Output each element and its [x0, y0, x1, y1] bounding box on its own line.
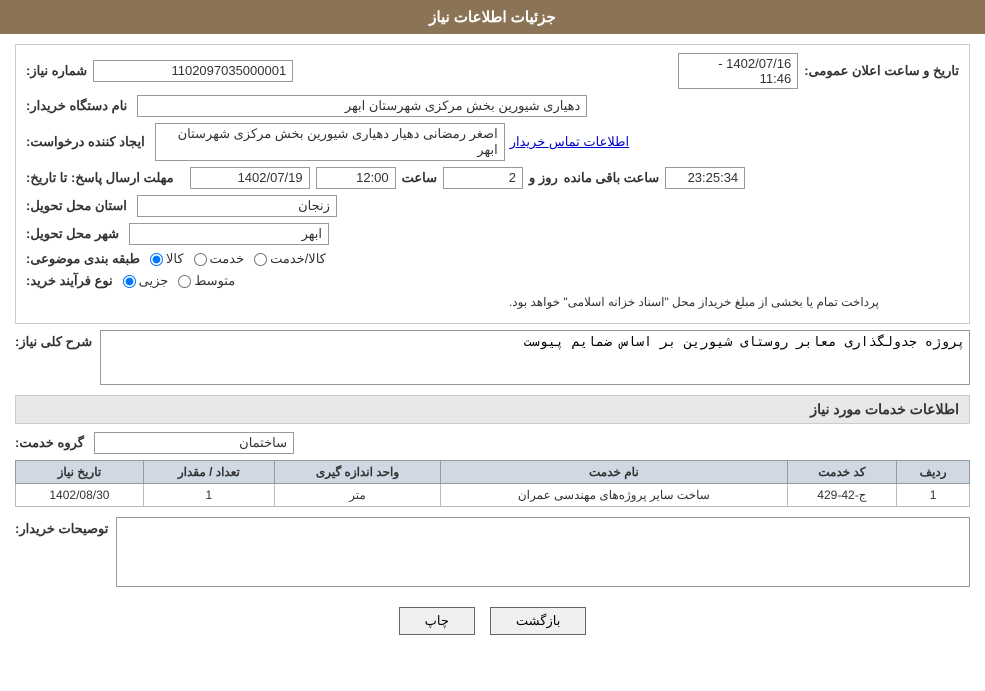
radio-jozvi[interactable]: جزیی [123, 273, 169, 289]
radio-motavaset[interactable]: متوسط [178, 273, 235, 289]
tosaif-label: توصیحات خریدار: [15, 521, 108, 537]
shmarah-row: تاریخ و ساعت اعلان عمومی: 1402/07/16 - 1… [26, 53, 959, 89]
khadamat-table: ردیف کد خدمت نام خدمت واحد اندازه گیری ت… [15, 460, 970, 507]
nam-dastgah-row: دهیاری شیورین بخش مرکزی شهرستان ابهر نام… [26, 95, 959, 117]
page-title: جزئیات اطلاعات نیاز [429, 9, 556, 26]
motavaset-label: متوسط [194, 273, 235, 289]
tosaif-textarea[interactable] [116, 517, 970, 587]
shmarah-group: 1102097035000001 شماره نیاز: [26, 60, 293, 82]
grohe-label: گروه خدمت: [15, 435, 84, 451]
khadamat-section-title: اطلاعات خدمات مورد نیاز [15, 395, 970, 424]
cell-code: ج-42-429 [787, 484, 897, 507]
radio-motavaset-input[interactable] [178, 275, 191, 288]
back-button[interactable]: بازگشت [490, 607, 586, 635]
cell-unit: متر [274, 484, 440, 507]
mohlat-time-label-text: ساعت [402, 170, 437, 186]
grohe-value: ساختمان [94, 432, 294, 454]
form-section: تاریخ و ساعت اعلان عمومی: 1402/07/16 - 1… [15, 44, 970, 324]
ostan-row: زنجان استان محل تحویل: [26, 195, 959, 217]
mohlat-date-value: 1402/07/19 [190, 167, 310, 189]
nam-dastgah-label: نام دستگاه خریدار: [26, 98, 127, 114]
radio-kala-khedmat-input[interactable] [254, 253, 267, 266]
kala-label: کالا [166, 251, 184, 267]
mohlat-day-label-text: روز و [529, 170, 558, 186]
cell-name: ساخت سایر پروژه‌های مهندسی عمران [441, 484, 787, 507]
tosaif-section: توصیحات خریدار: [15, 517, 970, 587]
jozvi-label: جزیی [139, 273, 169, 289]
button-bar: بازگشت چاپ [15, 597, 970, 645]
ostan-value: زنجان [137, 195, 337, 217]
sharh-section: شرح کلی نیاز: [15, 330, 970, 385]
shahr-label: شهر محل تحویل: [26, 226, 119, 242]
tarikh-group: تاریخ و ساعت اعلان عمومی: 1402/07/16 - 1… [678, 53, 959, 89]
mohlat-remaining-label: ساعت باقی مانده [564, 170, 659, 186]
nam-dastgah-value: دهیاری شیورین بخش مرکزی شهرستان ابهر [137, 95, 587, 117]
tarikh-label: تاریخ و ساعت اعلان عمومی: [804, 63, 959, 79]
col-tedad: تعداد / مقدار [143, 461, 274, 484]
ijad-label: ایجاد کننده درخواست: [26, 134, 145, 150]
shahr-value: ابهر [129, 223, 329, 245]
tarikh-value: 1402/07/16 - 11:46 [678, 53, 798, 89]
grohe-row: ساختمان گروه خدمت: [15, 432, 970, 454]
table-section: ردیف کد خدمت نام خدمت واحد اندازه گیری ت… [15, 460, 970, 507]
radio-kala[interactable]: کالا [150, 251, 184, 267]
purchase-note: پرداخت تمام یا بخشی از مبلغ خریداز محل "… [26, 295, 959, 309]
shmarah-value: 1102097035000001 [93, 60, 293, 82]
radio-khedmat[interactable]: خدمت [194, 251, 245, 267]
ostan-label: استان محل تحویل: [26, 198, 127, 214]
main-content: تاریخ و ساعت اعلان عمومی: 1402/07/16 - 1… [0, 34, 985, 655]
table-body: 1 ج-42-429 ساخت سایر پروژه‌های مهندسی عم… [16, 484, 970, 507]
radio-khedmat-input[interactable] [194, 253, 207, 266]
nooe-label: نوع فرآیند خرید: [26, 273, 113, 289]
mohlat-row: 23:25:34 ساعت باقی مانده روز و 2 ساعت 12… [26, 167, 959, 189]
page-wrapper: جزئیات اطلاعات نیاز تاریخ و ساعت اعلان ع… [0, 0, 985, 691]
sharh-textarea[interactable] [100, 330, 970, 385]
col-radif: ردیف [897, 461, 970, 484]
mohlat-day-value: 2 [443, 167, 523, 189]
radio-jozvi-input[interactable] [123, 275, 136, 288]
mohlat-remaining-value: 23:25:34 [665, 167, 745, 189]
nooe-radio-row: متوسط جزیی نوع فرآیند خرید: [26, 273, 959, 289]
tabaqe-radio-group: کالا/خدمت خدمت کالا [150, 251, 326, 267]
ijad-row: اطلاعات تماس خریدار اصغر رمضانی دهیار ده… [26, 123, 959, 161]
mohlat-time-value: 12:00 [316, 167, 396, 189]
col-code: کد خدمت [787, 461, 897, 484]
radio-kala-khedmat[interactable]: کالا/خدمت [254, 251, 326, 267]
mohlat-label: مهلت ارسال پاسخ: تا تاریخ: [26, 170, 174, 186]
radio-kala-input[interactable] [150, 253, 163, 266]
sharh-label: شرح کلی نیاز: [15, 334, 92, 350]
nooe-farayand-section: متوسط جزیی نوع فرآیند خرید: پرداخت تمام … [26, 273, 959, 309]
table-row: 1 ج-42-429 ساخت سایر پروژه‌های مهندسی عم… [16, 484, 970, 507]
col-name: نام خدمت [441, 461, 787, 484]
etelaat-link[interactable]: اطلاعات تماس خریدار [510, 134, 629, 150]
shahr-row: ابهر شهر محل تحویل: [26, 223, 959, 245]
nooe-radio-group: متوسط جزیی [123, 273, 236, 289]
page-header: جزئیات اطلاعات نیاز [0, 0, 985, 34]
shmarah-label: شماره نیاز: [26, 63, 87, 79]
cell-tedad: 1 [143, 484, 274, 507]
cell-tarikh: 1402/08/30 [16, 484, 144, 507]
col-unit: واحد اندازه گیری [274, 461, 440, 484]
ijad-value: اصغر رمضانی دهیار دهیاری شیورین بخش مرکز… [155, 123, 505, 161]
kala-khedmat-label: کالا/خدمت [270, 251, 326, 267]
khedmat-label: خدمت [210, 251, 245, 267]
col-tarikh: تاریخ نیاز [16, 461, 144, 484]
cell-radif: 1 [897, 484, 970, 507]
tabaqe-row: کالا/خدمت خدمت کالا طبقه بندی موضوعی: [26, 251, 959, 267]
table-header-row: ردیف کد خدمت نام خدمت واحد اندازه گیری ت… [16, 461, 970, 484]
print-button[interactable]: چاپ [399, 607, 475, 635]
tabaqe-label: طبقه بندی موضوعی: [26, 251, 140, 267]
